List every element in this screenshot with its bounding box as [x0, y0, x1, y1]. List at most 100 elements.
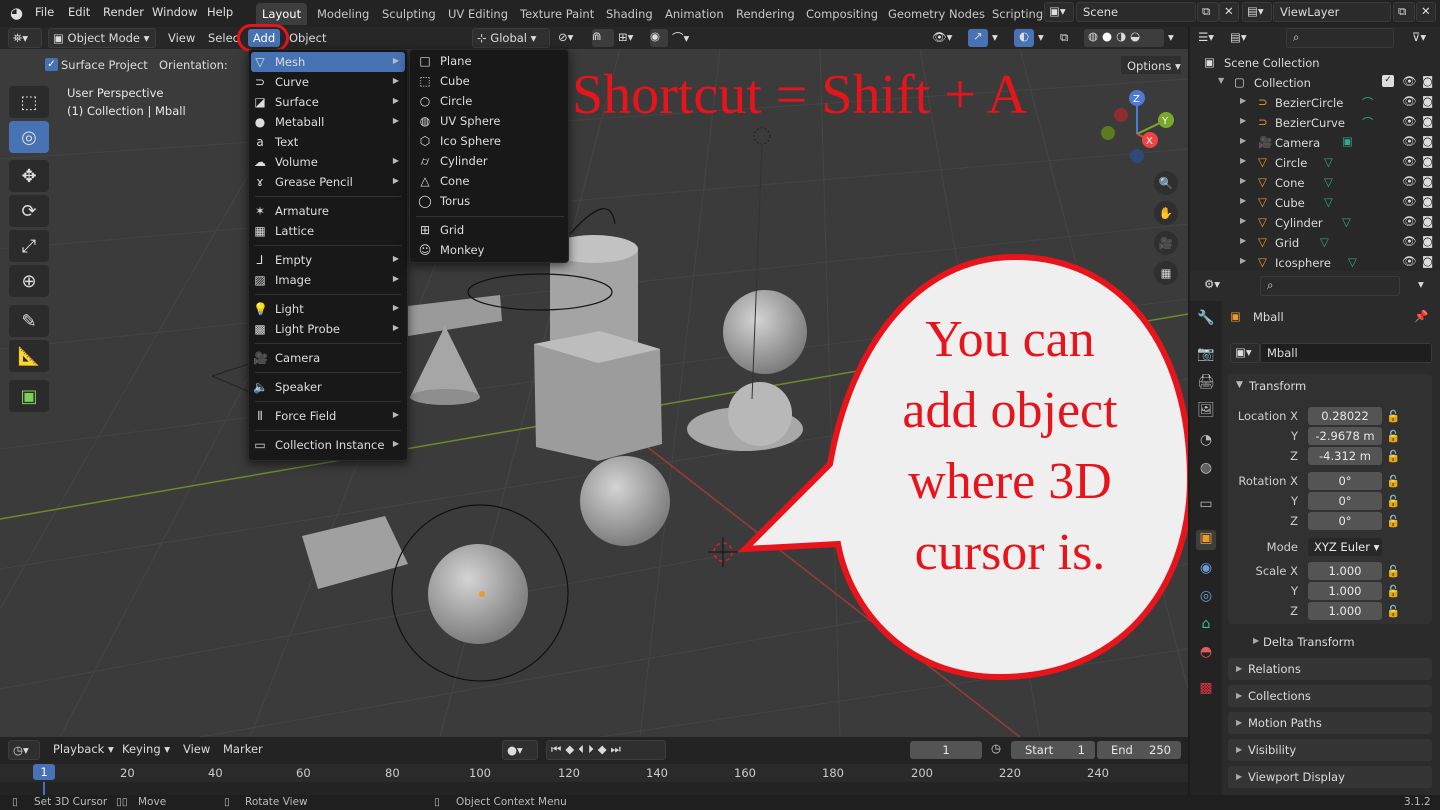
viewlayer-close-icon[interactable]: ✕: [1416, 2, 1436, 22]
add-menu-text[interactable]: a Text: [253, 132, 403, 152]
data-browse-icon[interactable]: ▣▾: [1230, 343, 1260, 363]
outliner-item-beziercurve[interactable]: ▶ ⊃ BezierCurve ⌒ 👁 ◙: [1196, 113, 1440, 133]
tab-layout[interactable]: Layout: [256, 3, 308, 25]
delta-transform-subpanel[interactable]: Delta Transform: [1263, 635, 1355, 649]
collection-tab-icon[interactable]: ▭: [1196, 496, 1216, 516]
relations-section[interactable]: ▶ Relations: [1228, 658, 1432, 680]
add-menu-speaker[interactable]: 🔈 Speaker: [253, 377, 403, 397]
exclude-checkbox[interactable]: ✓: [1382, 75, 1394, 87]
mesh-uv-sphere[interactable]: ◍ UV Sphere: [418, 111, 501, 131]
outliner-item-cone[interactable]: ▶ ▽ Cone ▽ 👁 ◙: [1196, 173, 1440, 193]
lock-icon[interactable]: 🔓: [1386, 494, 1400, 508]
pivot-icon[interactable]: ⊘▾: [558, 30, 573, 44]
cursor-tool[interactable]: ◎: [9, 121, 49, 153]
render-camera-icon[interactable]: ◙: [1422, 234, 1433, 248]
outliner-item-cylinder[interactable]: ▶ ▽ Cylinder ▽ 👁 ◙: [1196, 213, 1440, 233]
annotate-tool[interactable]: ✎: [9, 305, 49, 337]
measure-tool[interactable]: 📐: [9, 340, 49, 372]
scene-selector-icon[interactable]: ▣▾: [1044, 2, 1074, 22]
rotation-mode-dropdown[interactable]: XYZ Euler ▾: [1308, 538, 1382, 556]
tab-geometry-nodes[interactable]: Geometry Nodes: [882, 3, 991, 25]
modifier-tab-icon[interactable]: ◉: [1196, 560, 1216, 580]
eye-icon[interactable]: 👁: [1402, 214, 1417, 228]
scale-x-field[interactable]: 1.000: [1308, 562, 1382, 580]
add-menu-mesh[interactable]: ▽ Mesh ▶: [253, 52, 403, 72]
data-tab-icon[interactable]: ◓: [1196, 644, 1216, 664]
falloff-icon[interactable]: ⌒▾: [672, 30, 689, 46]
icosphere-object[interactable]: [723, 290, 807, 374]
menu-select[interactable]: Select: [208, 31, 240, 45]
scale-z-field[interactable]: 1.000: [1308, 602, 1382, 620]
render-camera-icon[interactable]: ◙: [1422, 214, 1433, 228]
tab-rendering[interactable]: Rendering: [730, 3, 801, 25]
rotation-x-field[interactable]: 0°: [1308, 472, 1382, 490]
transform-title[interactable]: Transform: [1249, 379, 1306, 393]
tab-shading[interactable]: Shading: [600, 3, 659, 25]
add-cube-tool[interactable]: ▣: [9, 380, 49, 412]
visibility-section[interactable]: ▶ Visibility: [1228, 739, 1432, 761]
outliner-item-cube[interactable]: ▶ ▽ Cube ▽ 👁 ◙: [1196, 193, 1440, 213]
cone-object[interactable]: [410, 326, 480, 397]
lock-icon[interactable]: 🔓: [1386, 409, 1400, 423]
view-layer-tab-icon[interactable]: 🖼: [1196, 402, 1216, 422]
add-menu-metaball[interactable]: ● Metaball ▶: [253, 112, 403, 132]
add-menu-light-probe[interactable]: ▩ Light Probe ▶: [253, 319, 403, 339]
gizmo-toggle-icon[interactable]: ↗: [968, 29, 988, 47]
eye-icon[interactable]: 👁: [1402, 94, 1417, 108]
viewlayer-new-icon[interactable]: ⧉: [1393, 2, 1415, 22]
playhead-label[interactable]: 1: [33, 764, 55, 780]
tool-tab-icon[interactable]: 🔧: [1196, 310, 1216, 330]
eye-icon[interactable]: 👁: [1402, 134, 1417, 148]
outliner-search-field[interactable]: ⌕: [1286, 28, 1394, 48]
overlay-dropdown-icon[interactable]: ▾: [1038, 30, 1044, 44]
render-camera-icon[interactable]: ◙: [1422, 194, 1433, 208]
data-name-field[interactable]: Mball: [1260, 343, 1432, 363]
eye-icon[interactable]: 👁: [1402, 74, 1417, 88]
lock-icon[interactable]: 🔓: [1386, 584, 1400, 598]
render-tab-icon[interactable]: 📷: [1196, 346, 1216, 366]
lock-icon[interactable]: 🔓: [1386, 449, 1400, 463]
scene-name-field[interactable]: Scene: [1076, 2, 1196, 22]
mesh-grid[interactable]: ⊞ Grid: [418, 220, 464, 240]
end-frame-field[interactable]: End 250: [1097, 741, 1181, 759]
scene-collection-row[interactable]: ▣ Scene Collection: [1196, 53, 1440, 73]
snap-target-icon[interactable]: ⊞▾: [618, 30, 633, 44]
menu-object[interactable]: Object: [289, 31, 326, 45]
auto-keying-icon[interactable]: ●▾: [502, 740, 538, 760]
transform-orientation-dropdown[interactable]: ⊹ Global ▾: [472, 28, 550, 48]
material-tab-icon[interactable]: ▩: [1196, 680, 1216, 700]
collection-row[interactable]: ▼ ▢ Collection ✓ 👁 ◙: [1196, 73, 1440, 93]
render-camera-icon[interactable]: ◙: [1422, 174, 1433, 188]
rotation-y-field[interactable]: 0°: [1308, 492, 1382, 510]
add-menu-lattice[interactable]: ▦ Lattice: [253, 221, 403, 241]
mball-object[interactable]: [428, 544, 528, 644]
overlay-toggle-icon[interactable]: ◐: [1014, 29, 1034, 47]
lock-icon[interactable]: 🔓: [1386, 564, 1400, 578]
menu-help[interactable]: Help: [207, 5, 233, 19]
frame-clock-icon[interactable]: ◷: [991, 741, 1001, 755]
lock-icon[interactable]: 🔓: [1386, 474, 1400, 488]
add-menu-force-field[interactable]: ⦀ Force Field ▶: [253, 406, 403, 426]
proportional-edit-icon[interactable]: ◉: [650, 29, 668, 47]
collections-section[interactable]: ▶ Collections: [1228, 685, 1432, 707]
lock-icon[interactable]: 🔓: [1386, 429, 1400, 443]
mode-dropdown[interactable]: ▣ Object Mode ▾: [48, 28, 156, 48]
select-box-tool[interactable]: ⬚: [9, 86, 49, 118]
outliner-item-beziercircle[interactable]: ▶ ⊃ BezierCircle ⌒ 👁 ◙: [1196, 93, 1440, 113]
add-menu-empty[interactable]: ⅃ Empty ▶: [253, 250, 403, 270]
physics-tab-icon[interactable]: ◎: [1196, 588, 1216, 608]
eye-icon[interactable]: 👁: [1402, 114, 1417, 128]
add-menu-collection-instance[interactable]: ▭ Collection Instance ▶: [253, 435, 403, 455]
add-menu-curve[interactable]: ⊃ Curve ▶: [253, 72, 403, 92]
outliner-item-grid[interactable]: ▶ ▽ Grid ▽ 👁 ◙: [1196, 233, 1440, 253]
render-camera-icon[interactable]: ◙: [1422, 114, 1433, 128]
outliner-editor-icon[interactable]: ☰▾: [1198, 30, 1214, 44]
object-tab-icon[interactable]: ▣: [1196, 530, 1216, 550]
tab-modeling[interactable]: Modeling: [311, 3, 375, 25]
timeline-keying-menu[interactable]: Keying ▾: [122, 742, 170, 756]
shading-dropdown-icon[interactable]: ▾: [1168, 30, 1174, 44]
mesh-plane[interactable]: □ Plane: [418, 51, 471, 71]
monkey-object[interactable]: [728, 382, 792, 446]
scale-y-field[interactable]: 1.000: [1308, 582, 1382, 600]
shading-modes[interactable]: ◍●◑◒: [1084, 29, 1164, 47]
